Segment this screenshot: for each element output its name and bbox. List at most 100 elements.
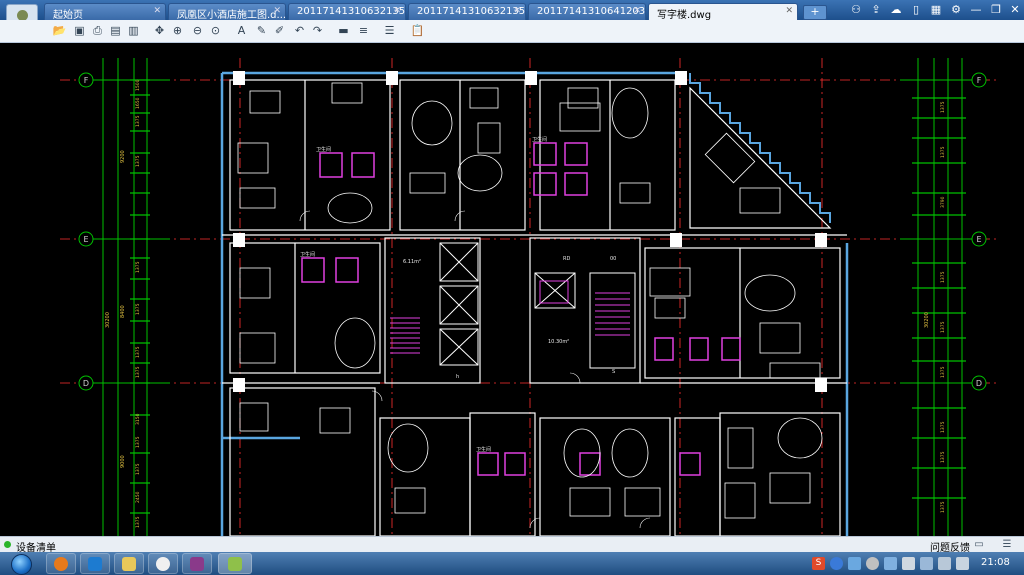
dim-left-inner: 1375	[135, 261, 141, 273]
right-dimension-lines	[900, 58, 987, 536]
undo-icon[interactable]: ↶	[292, 23, 307, 38]
layers-icon[interactable]: ≡	[356, 23, 371, 38]
zoom-icon[interactable]: ⊕	[170, 23, 185, 38]
room-label: RD	[563, 256, 570, 262]
tab-hotel-drawing[interactable]: 凤凰区小酒店施工图.d... ✕	[168, 3, 286, 20]
measure-icon[interactable]: ▬	[336, 23, 351, 38]
grid-label-e-right: E	[976, 235, 981, 244]
dim-right-outer-total: 30200	[924, 312, 930, 328]
tab-drawing-4[interactable]: 20117141310632135... ✕	[408, 3, 526, 20]
dim-left-inner: 1375	[135, 155, 141, 167]
tab-label: 20117141310632135...	[417, 6, 526, 17]
tab-drawing-5[interactable]: 20117141310641203... ✕	[528, 3, 646, 20]
taskbar-qq[interactable]	[148, 553, 178, 574]
tray-help-icon[interactable]	[830, 557, 843, 570]
dim-right-inner: 1375	[940, 146, 946, 158]
tab-label: 起始页	[53, 10, 83, 20]
taskbar-cad-viewer[interactable]	[218, 553, 252, 574]
save-icon[interactable]: ▣	[72, 23, 87, 38]
close-tab-icon[interactable]: ✕	[513, 6, 521, 16]
mobile-icon[interactable]: ▯	[909, 3, 923, 17]
dim-left-outer-1: 9200	[120, 150, 126, 163]
left-grid-bubbles	[78, 72, 170, 391]
room-label: 卫生间	[532, 136, 547, 143]
text-icon[interactable]: A	[234, 23, 249, 38]
tray-network-icon[interactable]	[920, 557, 933, 570]
area-label: 10.30m²	[548, 339, 569, 345]
zoom-extent-icon[interactable]: ⊙	[208, 23, 223, 38]
grid-label-f-right: F	[977, 76, 982, 85]
pencil-icon[interactable]: ✎	[254, 23, 269, 38]
tray-volume-icon[interactable]	[956, 557, 969, 570]
stair-treads	[390, 280, 630, 354]
markup-icon[interactable]: ✐	[272, 23, 287, 38]
dim-left-inner: 1375	[135, 303, 141, 315]
close-tab-icon[interactable]: ✕	[633, 6, 641, 16]
stack-icon[interactable]: ☰	[382, 23, 397, 38]
dim-left-inner: 1375	[135, 516, 141, 528]
taskbar-browser[interactable]	[46, 553, 76, 574]
dim-right-inner: 1375	[940, 366, 946, 378]
room-label: 卫生间	[316, 146, 331, 153]
tab-drawing-3[interactable]: 20117141310632135... ✕	[288, 3, 406, 20]
status-bar: 设备清单 问题反馈 ▭ ☰	[0, 536, 1024, 554]
cloud-icon[interactable]: ☁	[889, 3, 903, 17]
toolbar: 📂 ▣ ⎙ ▤ ▥ ✥ ⊕ ⊖ ⊙ A ✎ ✐ ↶ ↷ ▬ ≡ ☰ 📋	[0, 20, 1024, 43]
tab-start-page[interactable]: 起始页 ✕	[44, 3, 166, 20]
dim-right-inner: 1375	[940, 271, 946, 283]
settings-icon[interactable]: ⚙	[949, 3, 963, 17]
dim-left-inner: 1500	[135, 79, 141, 91]
bathroom-fixtures	[301, 142, 741, 476]
dim-left-inner: 1650	[135, 97, 141, 109]
tray-monitor-icon[interactable]	[884, 557, 897, 570]
cad-drawing-canvas[interactable]: F E D 30200 9200 8400 9000 1500 1650 137…	[0, 43, 1024, 537]
tray-qq-icon[interactable]	[866, 557, 879, 570]
room-label: 卫生间	[300, 251, 315, 258]
tray-shield-icon[interactable]	[902, 557, 915, 570]
zoom-window-icon[interactable]: ⊖	[190, 23, 205, 38]
room-label: 卫生间	[476, 446, 491, 453]
clipboard-icon[interactable]: 📋	[410, 23, 425, 38]
tab-office-building[interactable]: 写字楼.dwg ✕	[648, 3, 798, 20]
dim-right-inner: 1375	[940, 101, 946, 113]
left-inner-dims: 1500 1650 1375 1375 1375 1375 1375 1375 …	[135, 79, 141, 528]
taskbar-folder[interactable]	[114, 553, 144, 574]
tray-sogou-icon[interactable]: S	[812, 557, 825, 570]
dim-left-inner: 1375	[135, 115, 141, 127]
dim-left-inner: 1375	[135, 366, 141, 378]
taskbar-app-blue[interactable]	[80, 553, 110, 574]
menu-icon[interactable]: ☰	[1000, 538, 1014, 551]
tab-label: 凤凰区小酒店施工图.d...	[177, 10, 286, 20]
close-tab-icon[interactable]: ✕	[153, 6, 161, 16]
tab-label: 20117141310641203...	[537, 6, 646, 17]
grid-icon[interactable]: ▦	[929, 3, 943, 17]
tray-flag-icon[interactable]	[938, 557, 951, 570]
close-tab-icon[interactable]: ✕	[273, 6, 281, 16]
restore-icon[interactable]: ❐	[989, 3, 1003, 17]
grid-label-d-left: D	[83, 379, 89, 388]
left-dimension-lines	[102, 58, 150, 536]
tab-label: 20117141310632135...	[297, 6, 406, 17]
start-button[interactable]	[4, 552, 38, 575]
windows-logo-icon	[11, 554, 32, 575]
windows-taskbar: S 21:08	[0, 552, 1024, 575]
tray-app-icon[interactable]	[848, 557, 861, 570]
new-tab-button[interactable]: +	[803, 5, 827, 20]
share-icon[interactable]: ⇪	[869, 3, 883, 17]
dim-right-inner: 1375	[940, 421, 946, 433]
close-tab-icon[interactable]: ✕	[393, 6, 401, 16]
user-icon[interactable]: ⚇	[849, 3, 863, 17]
open-icon[interactable]: 📂	[52, 23, 67, 38]
print-icon[interactable]: ⎙	[90, 23, 105, 38]
dim-left-inner: 1375	[135, 346, 141, 358]
chat-icon[interactable]: ▭	[972, 538, 986, 551]
export-pdf-icon[interactable]: ▤	[108, 23, 123, 38]
redo-icon[interactable]: ↷	[310, 23, 325, 38]
pan-icon[interactable]: ✥	[152, 23, 167, 38]
close-icon[interactable]: ✕	[1008, 3, 1022, 17]
close-tab-icon[interactable]: ✕	[785, 6, 793, 16]
taskbar-clock[interactable]: 21:08	[981, 557, 1010, 568]
batch-print-icon[interactable]: ▥	[126, 23, 141, 38]
minimize-icon[interactable]: —	[969, 3, 983, 17]
taskbar-winrar[interactable]	[182, 553, 212, 574]
